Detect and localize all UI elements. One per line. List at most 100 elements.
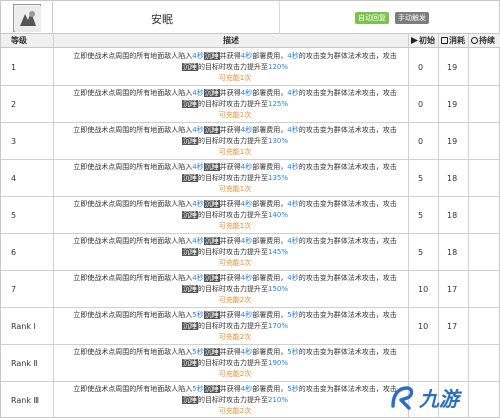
- desc-prefix: 立即使战术点周围的所有地面敌人陷入: [73, 274, 193, 282]
- desc-target: 的目标时攻击力提升至: [197, 322, 268, 330]
- row-initial: 10: [418, 322, 429, 331]
- desc-attack-change: 的攻击变为群体法术攻击，攻击: [298, 385, 397, 393]
- desc-target: 的目标时攻击力提升至: [197, 396, 268, 404]
- desc-target: 的目标时攻击力提升至: [197, 63, 268, 71]
- row-level: 5: [11, 211, 17, 220]
- row-initial: 5: [418, 248, 424, 257]
- desc-sleep-duration: 4秒: [192, 163, 204, 171]
- desc-keyword-sleep: 沉睡: [181, 100, 198, 108]
- column-headers: 等级 描述 初始 消耗 持续: [1, 34, 500, 48]
- desc-prefix: 立即使战术点周围的所有地面敌人陷入: [73, 52, 193, 60]
- desc-sleep-duration: 4秒: [192, 89, 204, 97]
- row-cost: 18: [447, 211, 458, 220]
- auto-recover-badge: 自动回复: [355, 12, 389, 24]
- table-row: 7 立即使战术点周围的所有地面敌人陷入4秒沉睡并获得4秒部署费用，4秒的攻击变为群…: [1, 271, 500, 308]
- desc-mid: 并获得: [219, 274, 241, 282]
- desc-target: 的目标时攻击力提升至: [197, 248, 268, 256]
- desc-attack-change: 的攻击变为群体法术攻击，攻击: [298, 89, 397, 97]
- desc-deploy-value: 4秒: [240, 163, 253, 171]
- desc-attack-change: 的攻击变为群体法术攻击，攻击: [298, 52, 397, 60]
- desc-keyword-deploy: 部署费用: [252, 237, 281, 245]
- desc-keyword-deploy: 部署费用: [252, 200, 281, 208]
- desc-attack-change: 的攻击变为群体法术攻击，攻击: [298, 274, 397, 282]
- desc-target: 的目标时攻击力提升至: [197, 285, 268, 293]
- cost-icon: [441, 37, 448, 44]
- desc-mid: 并获得: [219, 311, 241, 319]
- desc-mid: 并获得: [219, 200, 241, 208]
- row-cost: 18: [447, 174, 458, 183]
- desc-attack-change: 的攻击变为群体法术攻击，攻击: [298, 200, 397, 208]
- desc-charges: 可充能1次: [218, 111, 252, 119]
- desc-keyword-sleep: 沉睡: [181, 248, 198, 256]
- manual-trigger-badge: 手动触发: [395, 12, 429, 24]
- desc-keyword-deploy: 部署费用: [252, 348, 281, 356]
- desc-keyword-deploy: 部署费用: [252, 163, 281, 171]
- desc-mid: 并获得: [219, 126, 241, 134]
- desc-deploy-value: 4秒: [240, 274, 253, 282]
- watermark: 九游: [387, 377, 499, 417]
- desc-effect-duration: 4秒: [287, 200, 299, 208]
- row-description: 立即使战术点周围的所有地面敌人陷入4秒沉睡并获得4秒部署费用，4秒的攻击变为群体…: [63, 51, 407, 84]
- desc-charges: 可充能1次: [218, 148, 252, 156]
- desc-effect-duration: 4秒: [287, 237, 299, 245]
- col-initial: 初始: [411, 34, 435, 48]
- row-cost: 19: [447, 63, 458, 72]
- desc-mid: 并获得: [219, 385, 241, 393]
- desc-attack-change: 的攻击变为群体法术攻击，攻击: [298, 126, 397, 134]
- row-cost: 17: [447, 285, 458, 294]
- desc-sleep-duration: 4秒: [192, 200, 204, 208]
- row-initial: 10: [418, 285, 429, 294]
- row-initial: 0: [418, 63, 424, 72]
- row-level: Rank Ⅰ: [11, 322, 36, 331]
- row-level: 6: [11, 248, 17, 257]
- row-description: 立即使战术点周围的所有地面敌人陷入4秒沉睡并获得4秒部署费用，4秒的攻击变为群体…: [63, 162, 407, 195]
- col-cost-label: 消耗: [449, 36, 465, 45]
- desc-charges: 可充能2次: [218, 407, 252, 415]
- desc-attack-value: 145%: [267, 248, 288, 256]
- desc-deploy-value: 4秒: [240, 237, 253, 245]
- desc-charges: 可充能1次: [218, 259, 252, 267]
- row-description: 立即使战术点周围的所有地面敌人陷入5秒沉睡并获得4秒部署费用，5秒的攻击变为群体…: [63, 310, 407, 343]
- row-description: 立即使战术点周围的所有地面敌人陷入5秒沉睡并获得4秒部署费用，5秒的攻击变为群体…: [63, 384, 407, 417]
- skill-icon: [12, 3, 41, 32]
- desc-keyword-sleep: 沉睡: [181, 396, 198, 404]
- col-duration-label: 持续: [479, 36, 495, 45]
- clock-icon: [471, 37, 478, 44]
- desc-prefix: 立即使战术点周围的所有地面敌人陷入: [73, 89, 193, 97]
- row-level: 4: [11, 174, 17, 183]
- desc-effect-duration: 4秒: [287, 126, 299, 134]
- desc-effect-duration: 4秒: [287, 89, 299, 97]
- desc-charges: 可充能1次: [218, 222, 252, 230]
- desc-mid: 并获得: [219, 348, 241, 356]
- desc-keyword-sleep: 沉睡: [181, 322, 198, 330]
- desc-attack-value: 170%: [267, 322, 288, 330]
- desc-attack-value: 190%: [267, 359, 288, 367]
- desc-keyword-deploy: 部署费用: [252, 311, 281, 319]
- desc-keyword-sleep: 沉睡: [203, 385, 220, 393]
- row-initial: 5: [418, 174, 424, 183]
- row-level: 1: [11, 63, 17, 72]
- desc-deploy-value: 4秒: [240, 385, 253, 393]
- desc-attack-change: 的攻击变为群体法术攻击，攻击: [298, 311, 397, 319]
- desc-keyword-sleep: 沉睡: [181, 63, 198, 71]
- table-row: 5 立即使战术点周围的所有地面敌人陷入4秒沉睡并获得4秒部署费用，4秒的攻击变为群…: [1, 197, 500, 234]
- watermark-text: 九游: [419, 386, 459, 411]
- desc-attack-value: 130%: [267, 137, 288, 145]
- desc-sleep-duration: 4秒: [192, 52, 204, 60]
- table-row: 3 立即使战术点周围的所有地面敌人陷入4秒沉睡并获得4秒部署费用，4秒的攻击变为群…: [1, 123, 500, 160]
- desc-keyword-sleep: 沉睡: [181, 211, 198, 219]
- desc-keyword-sleep: 沉睡: [181, 174, 198, 182]
- desc-keyword-sleep: 沉睡: [203, 311, 220, 319]
- desc-sleep-duration: 4秒: [192, 126, 204, 134]
- desc-target: 的目标时攻击力提升至: [197, 174, 268, 182]
- desc-keyword-deploy: 部署费用: [252, 89, 281, 97]
- row-initial: 0: [418, 100, 424, 109]
- desc-charges: 可充能2次: [218, 333, 252, 341]
- desc-effect-duration: 5秒: [287, 385, 299, 393]
- skill-table: 安眠 自动回复 手动触发 等级 描述 初始 消耗 持续 1 立即使战术点周围的所有…: [0, 0, 500, 418]
- desc-sleep-duration: 5秒: [192, 348, 204, 356]
- table-row: 2 立即使战术点周围的所有地面敌人陷入4秒沉睡并获得4秒部署费用，4秒的攻击变为群…: [1, 86, 500, 123]
- row-cost: 19: [447, 137, 458, 146]
- desc-deploy-value: 4秒: [240, 126, 253, 134]
- desc-keyword-sleep: 沉睡: [203, 163, 220, 171]
